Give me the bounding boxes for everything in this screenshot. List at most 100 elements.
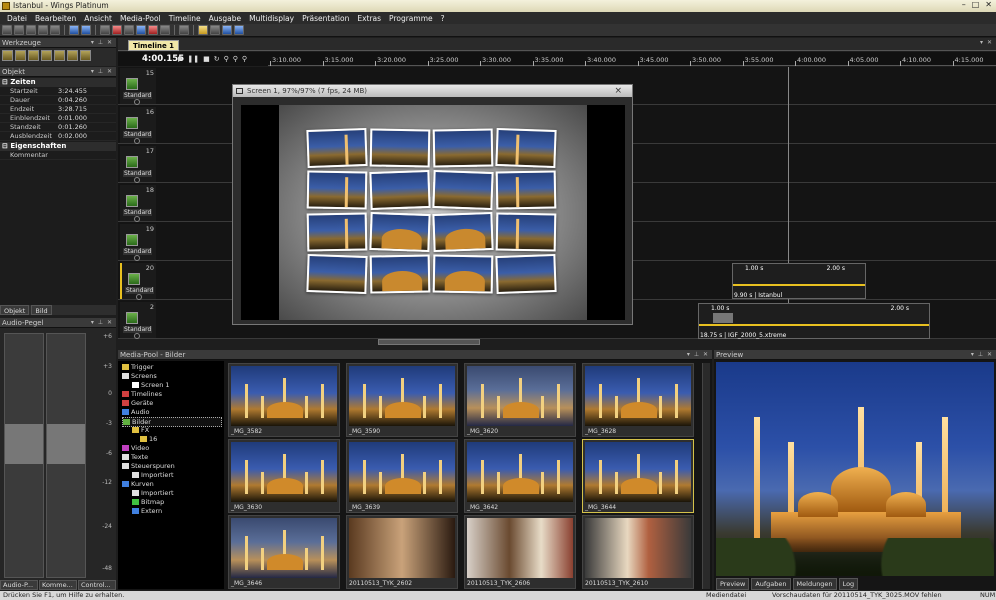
info-icon[interactable] [222, 25, 232, 35]
tree-item[interactable]: FX [132, 426, 149, 434]
tab-preview[interactable]: Preview [716, 578, 750, 590]
close-icon[interactable]: ✕ [985, 0, 992, 9]
tab-aufgaben[interactable]: Aufgaben [751, 578, 791, 590]
grid-icon[interactable] [160, 25, 170, 35]
media-thumbnail[interactable]: _MG_3628 [582, 363, 694, 437]
tab-bild[interactable]: Bild [31, 305, 52, 315]
minimize-icon[interactable]: – [962, 0, 966, 9]
image-tile[interactable] [306, 170, 368, 210]
crop-tool-icon[interactable] [54, 50, 65, 61]
help-icon[interactable] [234, 25, 244, 35]
tab-meldungen[interactable]: Meldungen [792, 578, 837, 590]
tree-item[interactable]: Video [122, 444, 149, 452]
image-tile[interactable] [432, 211, 494, 253]
cut-icon[interactable] [100, 25, 110, 35]
lock-icon[interactable] [198, 25, 208, 35]
prop-row-ausblendzeit[interactable]: Ausblendzeit 0:02.000 [0, 132, 116, 141]
tree-item[interactable]: Screen 1 [132, 381, 170, 389]
tree-item[interactable]: Extern [132, 507, 162, 515]
media-thumbnail[interactable]: _MG_3644 [582, 439, 694, 513]
maximize-icon[interactable]: □ [972, 0, 980, 9]
timeline-hscroll[interactable] [378, 339, 480, 345]
tab-kommentar[interactable]: Komme... [39, 580, 77, 590]
media-pool-scrollbar[interactable] [702, 363, 710, 589]
hand-tool-icon[interactable] [15, 50, 26, 61]
track-header[interactable]: 19 Standard [120, 224, 156, 261]
tree-item[interactable]: Audio [122, 408, 149, 416]
stop-icon[interactable] [148, 25, 158, 35]
menu-bearbeiten[interactable]: Bearbeiten [31, 14, 80, 23]
track-mute-icon[interactable] [134, 255, 140, 261]
text-tool-icon[interactable] [80, 50, 91, 61]
menu-datei[interactable]: Datei [3, 14, 31, 23]
menu-extras[interactable]: Extras [353, 14, 385, 23]
media-thumbnail[interactable]: 20110513_TYK_2602 [346, 515, 458, 589]
image-tile[interactable] [369, 128, 431, 168]
record-icon[interactable] [112, 25, 122, 35]
pin-icon[interactable]: ▾ ⊥ ✕ [91, 319, 113, 326]
menu-ansicht[interactable]: Ansicht [80, 14, 116, 23]
settings-icon[interactable] [124, 25, 134, 35]
zoom-in-icon[interactable]: ⚲ [224, 55, 229, 63]
zoom-out-icon[interactable]: ⚲ [233, 55, 238, 63]
open-icon[interactable] [14, 25, 24, 35]
tab-control[interactable]: Control... [78, 580, 116, 590]
media-thumbnail[interactable]: _MG_3646 [228, 515, 340, 589]
tree-item[interactable]: Bitmap [132, 498, 164, 506]
track-mute-icon[interactable] [134, 333, 140, 339]
move-tool-icon[interactable] [28, 50, 39, 61]
image-tile[interactable] [306, 253, 368, 295]
track-mute-icon[interactable] [134, 138, 140, 144]
prop-row-kommentar[interactable]: Kommentar [0, 151, 116, 160]
display-icon[interactable] [179, 25, 189, 35]
screen-icon[interactable] [136, 25, 146, 35]
stop-icon[interactable]: ■ [203, 55, 210, 63]
image-tile[interactable] [495, 170, 557, 210]
screen-preview-window[interactable]: Screen 1, 97%/97% (7 fps, 24 MB) × [232, 84, 633, 325]
tree-item[interactable]: Texte [122, 453, 148, 461]
menu-programme[interactable]: Programme [385, 14, 437, 23]
save-icon[interactable] [26, 25, 36, 35]
loop-icon[interactable]: ↻ [214, 55, 220, 63]
clip-xtreme[interactable]: 1.00 s 2.00 s 18.75 s | IGF_2000_5.xtrem… [698, 303, 930, 339]
media-thumbnail[interactable]: _MG_3582 [228, 363, 340, 437]
image-tile[interactable] [432, 128, 494, 168]
menu-media-pool[interactable]: Media-Pool [116, 14, 165, 23]
tree-item[interactable]: 16 [140, 435, 157, 443]
image-tile[interactable] [495, 253, 557, 295]
track-mute-icon[interactable] [134, 99, 140, 105]
zoom-tool-icon[interactable] [67, 50, 78, 61]
undo-icon[interactable] [69, 25, 79, 35]
track-header[interactable]: 20 Standard [120, 263, 156, 300]
prop-row-startzeit[interactable]: Startzeit 3:24.455 [0, 87, 116, 96]
menu-help[interactable]: ? [437, 14, 449, 23]
save-as-icon[interactable] [38, 25, 48, 35]
track-header[interactable]: 2 Standard [120, 302, 156, 339]
tab-log[interactable]: Log [838, 578, 859, 590]
image-tile[interactable] [495, 212, 557, 252]
track-header[interactable]: 15 Standard [120, 68, 156, 105]
pin-icon[interactable]: ▾ ⊥ ✕ [91, 39, 113, 46]
screen-window-titlebar[interactable]: Screen 1, 97%/97% (7 fps, 24 MB) × [233, 85, 632, 97]
redo-icon[interactable] [81, 25, 91, 35]
image-tile[interactable] [306, 127, 368, 169]
pause-icon[interactable]: ❚❚ [187, 55, 199, 63]
zoom-fit-icon[interactable]: ⚲ [242, 55, 247, 63]
menu-praesentation[interactable]: Präsentation [298, 14, 353, 23]
prop-row-einblendzeit[interactable]: Einblendzeit 0:01.000 [0, 114, 116, 123]
tree-item[interactable]: Importiert [132, 471, 174, 479]
track-mute-icon[interactable] [136, 294, 142, 300]
image-tile[interactable] [369, 211, 431, 253]
media-thumbnail[interactable]: _MG_3642 [464, 439, 576, 513]
image-tile[interactable] [432, 169, 494, 211]
tree-item[interactable]: Screens [122, 372, 157, 380]
menu-timeline[interactable]: Timeline [165, 14, 205, 23]
media-thumbnail[interactable]: 20110513_TYK_2610 [582, 515, 694, 589]
print-icon[interactable] [50, 25, 60, 35]
image-tile[interactable] [306, 212, 368, 252]
tree-item[interactable]: Timelines [122, 390, 162, 398]
tab-timeline-1[interactable]: Timeline 1 [128, 40, 180, 51]
timeline-ruler[interactable]: 3:10.000 3:15.000 3:20.000 3:25.000 3:30.000… [268, 52, 996, 66]
tree-item[interactable]: Kurven [122, 480, 154, 488]
pin-icon[interactable]: ▾ ⊥ ✕ [91, 68, 113, 75]
